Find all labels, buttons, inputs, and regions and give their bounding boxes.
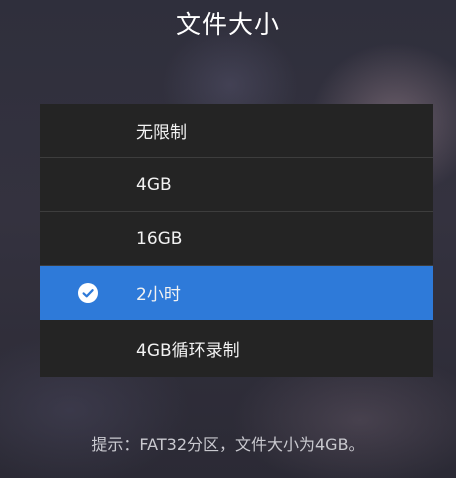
- option-label: 4GB: [136, 174, 172, 195]
- file-size-options-list: 无限制 4GB 16GB 2小时 4GB循环录制: [40, 104, 433, 377]
- option-16gb[interactable]: 16GB: [40, 212, 433, 266]
- dialog-title: 文件大小: [175, 10, 280, 39]
- check-circle-icon: [78, 282, 98, 303]
- option-4gb[interactable]: 4GB: [40, 158, 433, 212]
- option-label: 无限制: [136, 123, 187, 143]
- option-label: 2小时: [136, 285, 181, 305]
- option-label: 4GB循环录制: [136, 341, 240, 361]
- hint-text: 提示：FAT32分区，文件大小为4GB。: [91, 435, 365, 454]
- option-2-hours[interactable]: 2小时: [40, 266, 433, 320]
- option-unlimited[interactable]: 无限制: [40, 104, 433, 158]
- option-4gb-loop-recording[interactable]: 4GB循环录制: [40, 320, 433, 377]
- option-label: 16GB: [136, 228, 183, 249]
